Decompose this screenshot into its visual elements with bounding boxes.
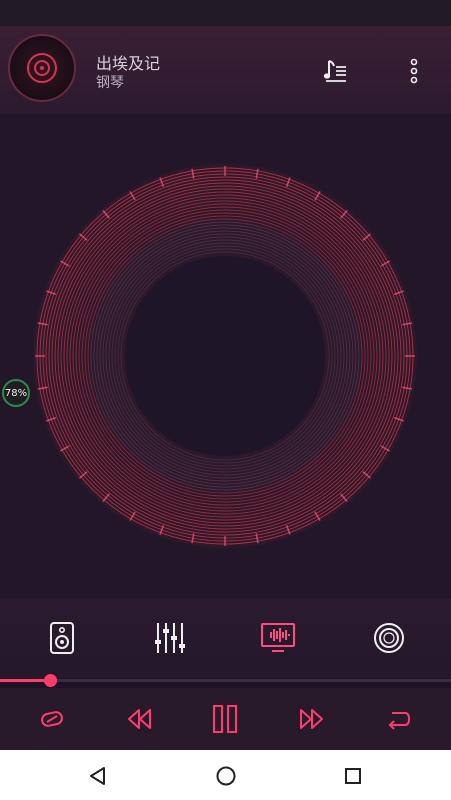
more-options-button[interactable] [396, 53, 432, 89]
nav-recents-icon [345, 768, 361, 784]
speaker-icon [50, 622, 74, 654]
surround-ring-icon [374, 623, 404, 653]
vinyl-disc-icon [27, 53, 57, 83]
song-artist: 钢琴 [96, 75, 124, 91]
visualizer-display-icon [261, 623, 295, 652]
more-vertical-icon [410, 58, 418, 84]
seek-track [0, 679, 451, 682]
nav-recents-button[interactable] [333, 758, 373, 794]
pause-icon [213, 705, 237, 733]
shuffle-button[interactable] [28, 696, 76, 742]
status-bar [0, 0, 451, 26]
nav-home-icon [216, 766, 236, 786]
repeat-icon [388, 712, 411, 730]
repeat-button[interactable] [374, 696, 422, 742]
next-button[interactable] [288, 696, 336, 742]
playlist-music-icon [323, 60, 346, 82]
shuffle-icon [41, 711, 63, 727]
playback-controls [0, 688, 451, 750]
surround-button[interactable] [369, 618, 409, 658]
playlist-button[interactable] [318, 53, 354, 89]
song-title: 出埃及记 [96, 54, 161, 73]
rewind-icon [128, 709, 151, 729]
nav-back-button[interactable] [78, 758, 118, 794]
previous-button[interactable] [115, 696, 163, 742]
seek-bar[interactable] [0, 670, 451, 690]
album-art[interactable] [8, 34, 76, 102]
nav-back-icon [90, 767, 105, 785]
equalizer-sliders-icon [155, 623, 185, 653]
equalizer-button[interactable] [150, 618, 190, 658]
seek-thumb[interactable] [43, 674, 57, 687]
fast-forward-icon [300, 709, 323, 729]
nav-home-button[interactable] [206, 758, 246, 794]
speaker-button[interactable] [42, 618, 82, 658]
battery-badge: 78% [2, 379, 30, 407]
visualizer-button[interactable] [258, 618, 298, 658]
tools-bar [0, 598, 451, 678]
seek-fill [0, 679, 50, 682]
now-playing-header: 出埃及记 钢琴 [0, 26, 451, 114]
system-nav-bar [0, 750, 451, 800]
pause-button[interactable] [201, 696, 249, 742]
audio-visualizer-ring[interactable] [0, 114, 451, 599]
visualizer-area: 78% [0, 114, 451, 599]
